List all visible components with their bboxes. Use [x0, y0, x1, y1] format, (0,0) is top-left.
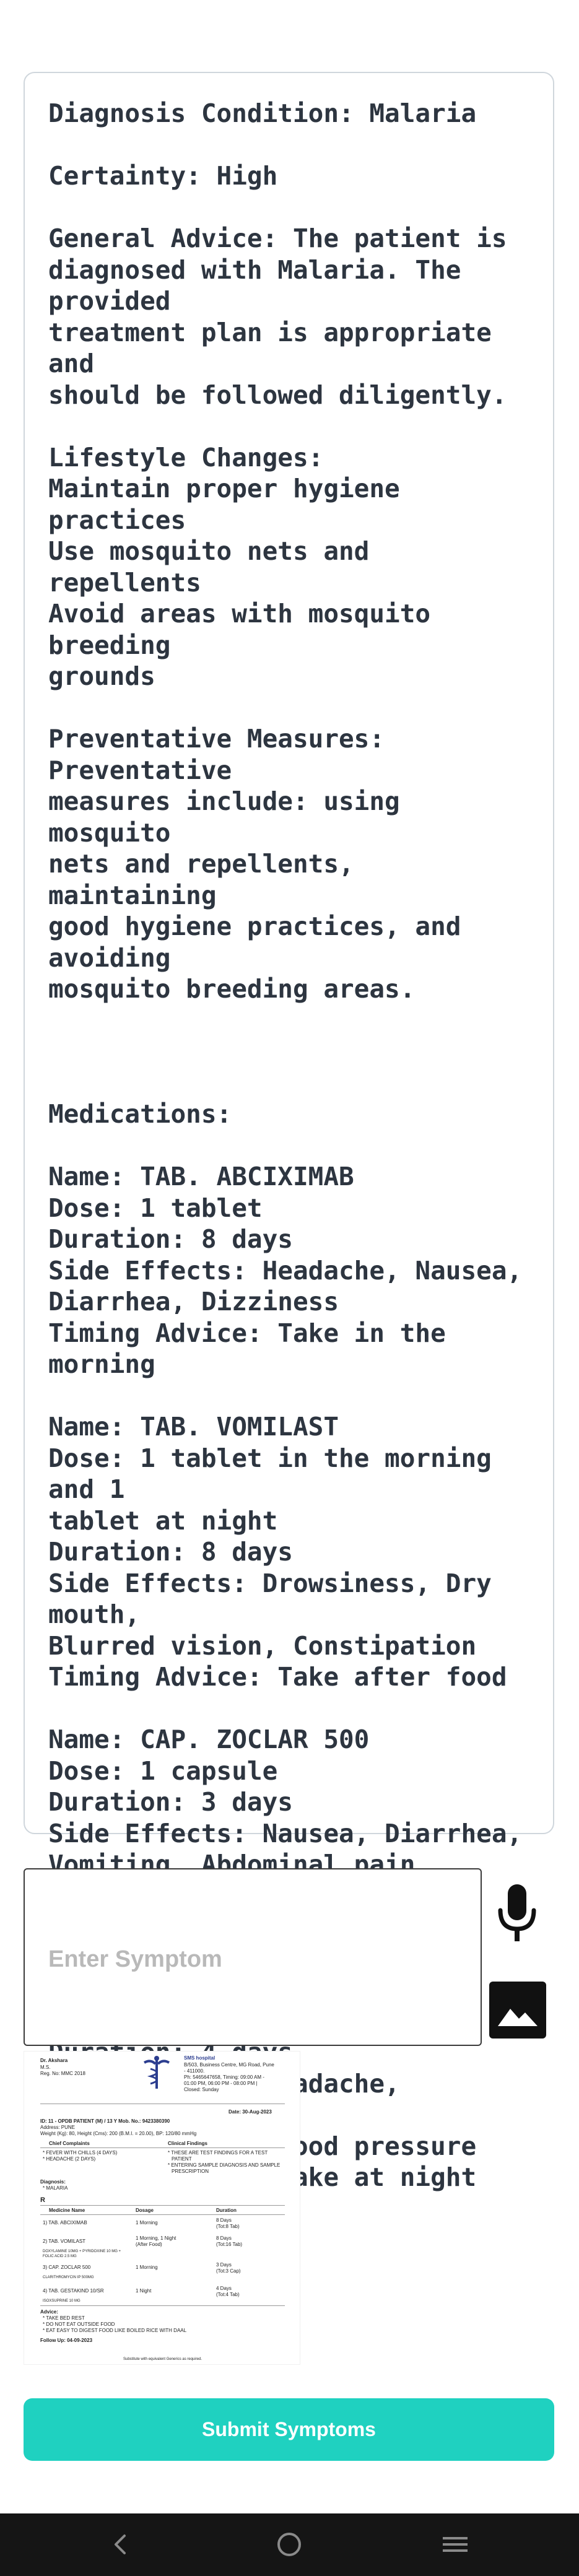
rx-finding: PRESCRIPTION: [172, 2169, 209, 2174]
rx-med-dose-note: (After Food): [136, 2242, 162, 2247]
rx-diagnosis-header: Diagnosis:: [40, 2179, 66, 2185]
rx-complaint: * FEVER WITH CHILLS (4 DAYS): [43, 2150, 118, 2156]
rx-symbol: R: [40, 2196, 45, 2204]
rx-advice: * EAT EASY TO DIGEST FOOD LIKE BOILED RI…: [43, 2328, 187, 2333]
caduceus-logo: [143, 2056, 170, 2089]
symptom-input-box[interactable]: [24, 1868, 482, 2046]
rx-date: Date: 30-Aug-2023: [229, 2109, 272, 2115]
rx-col-duration: Duration: [216, 2208, 237, 2213]
rx-med-total: (Tot:3 Cap): [216, 2268, 241, 2274]
rx-med-dose: 1 Morning, 1 Night: [136, 2235, 176, 2241]
rx-addr2: - 411000.: [184, 2068, 205, 2074]
rx-med-duration: 4 Days: [216, 2286, 232, 2291]
rx-phone: Ph: 5465647658, Timing: 09:00 AM -: [184, 2074, 264, 2080]
home-icon: [277, 2533, 301, 2556]
diagnosis-card: Diagnosis Condition: Malaria Certainty: …: [24, 72, 554, 2192]
rx-med-dose: 1 Morning: [136, 2265, 158, 2270]
rx-doctor: Dr. Akshara: [40, 2058, 68, 2063]
rx-med-name: 2) TAB. VOMILAST: [43, 2239, 86, 2244]
rx-med-total: (Tot:4 Tab): [216, 2292, 240, 2297]
rx-hospital: SMS hospital: [184, 2055, 215, 2061]
rx-med-generic: FOLIC ACID 2.5 MG: [43, 2255, 77, 2258]
rx-advice: * DO NOT EAT OUTSIDE FOOD: [43, 2321, 115, 2327]
rx-closed: Closed: Sunday: [184, 2087, 219, 2092]
symptom-input[interactable]: [47, 1940, 458, 1978]
microphone-icon: [498, 1884, 536, 1941]
rx-divider: [40, 2205, 285, 2206]
rx-col-dosage: Dosage: [136, 2208, 154, 2213]
rx-med-duration: 8 Days: [216, 2217, 232, 2223]
rx-med-duration: 3 Days: [216, 2262, 232, 2268]
menu-button[interactable]: [427, 2526, 483, 2563]
back-button[interactable]: [93, 2526, 149, 2563]
rx-chief-header: Chief Complaints: [49, 2141, 90, 2146]
rx-footer: Substitute with equivalent Generics as r…: [123, 2357, 202, 2361]
submit-symptoms-button[interactable]: Submit Symptoms: [24, 2398, 554, 2461]
rx-advice-header: Advice:: [40, 2309, 58, 2315]
rx-divider: [40, 2214, 285, 2215]
rx-divider: [40, 2305, 285, 2306]
rx-finding: * ENTERING SAMPLE DIAGNOSIS AND SAMPLE: [168, 2162, 281, 2168]
rx-finding: * THESE ARE TEST FINDINGS FOR A TEST: [168, 2150, 268, 2156]
prescription-image: Dr. Akshara M.S. Reg. No: MMC 2018 SMS h…: [24, 2051, 300, 2365]
rx-med-name: 3) CAP. ZOCLAR 500: [43, 2265, 91, 2270]
menu-icon: [443, 2537, 468, 2552]
microphone-button[interactable]: [489, 1880, 545, 1948]
rx-clinical-header: Clinical Findings: [168, 2141, 208, 2146]
rx-med-dose: 1 Morning: [136, 2220, 158, 2226]
rx-complaint: * HEADACHE (2 DAYS): [43, 2156, 96, 2162]
image-icon: [489, 1982, 546, 2039]
rx-vitals: Weight (Kg): 80, Height (Cms): 200 (B.M.…: [40, 2131, 197, 2136]
rx-med-generic: CLARITHROMYCIN IP 500MG: [43, 2276, 94, 2279]
rx-med-name: 1) TAB. ABCIXIMAB: [43, 2220, 87, 2226]
rx-med-duration: 8 Days: [216, 2235, 232, 2241]
rx-med-total: (Tot:16 Tab): [216, 2242, 243, 2247]
rx-patient: ID: 11 - OPDB PATIENT (M) / 13 Y Mob. No…: [40, 2118, 170, 2124]
rx-med-name: 4) TAB. GESTAKIND 10/SR: [43, 2288, 104, 2294]
rx-advice: * TAKE BED REST: [43, 2315, 85, 2321]
rx-col-medicine: Medicine Name: [49, 2208, 85, 2213]
rx-med-total: (Tot:8 Tab): [216, 2224, 240, 2229]
rx-med-dose: 1 Night: [136, 2288, 152, 2294]
home-button[interactable]: [261, 2526, 317, 2563]
rx-qualification: M.S.: [40, 2065, 51, 2070]
rx-divider: [40, 2147, 285, 2148]
rx-diagnosis: * MALARIA: [43, 2185, 68, 2191]
rx-address: Address: PUNE: [40, 2125, 76, 2130]
rx-addr1: B/503, Business Centre, MG Road, Pune: [184, 2062, 274, 2068]
attach-image-button[interactable]: [489, 1982, 546, 2039]
back-icon: [115, 2535, 126, 2554]
system-nav-bar: [0, 2513, 579, 2576]
rx-reg: Reg. No: MMC 2018: [40, 2071, 85, 2076]
rx-finding: PATIENT: [172, 2156, 192, 2162]
rx-timing: 01:00 PM, 06:00 PM - 08:00 PM |: [184, 2081, 258, 2086]
rx-med-generic: ISOXSUPRINE 10 MG: [43, 2299, 81, 2303]
rx-followup: Follow Up: 04-09-2023: [40, 2338, 93, 2343]
